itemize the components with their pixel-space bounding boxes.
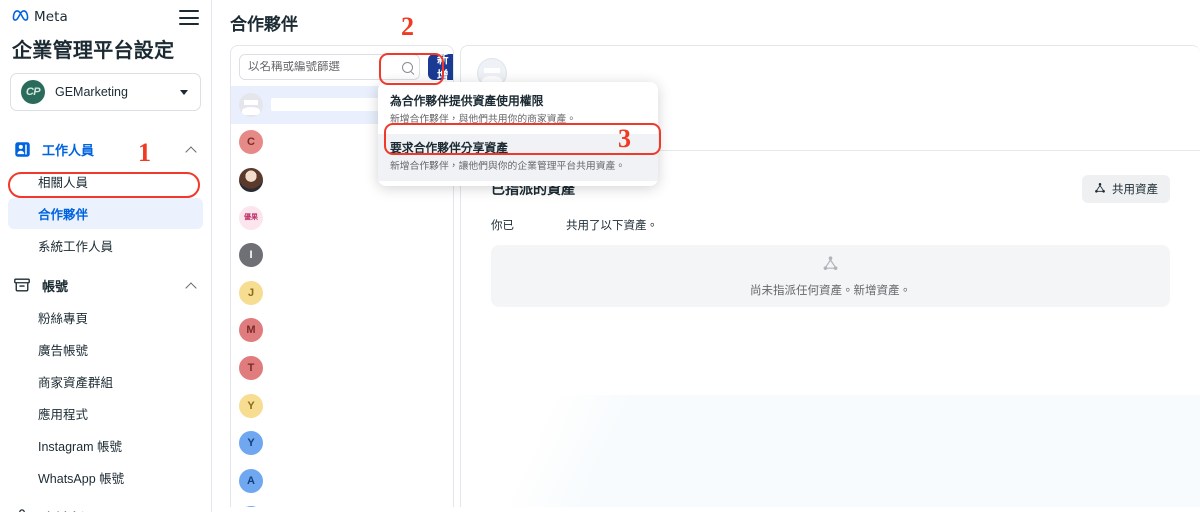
list-item[interactable] — [231, 500, 453, 507]
avatar — [239, 506, 263, 507]
list-item[interactable]: 優果 — [231, 199, 453, 237]
sidebar-group-accounts[interactable]: 帳號 — [0, 269, 211, 301]
list-item[interactable]: T — [231, 349, 453, 387]
subtitle-suffix: 共用了以下資產。 — [566, 220, 658, 232]
background-gradient — [461, 395, 1200, 507]
search-field[interactable] — [239, 54, 420, 80]
list-item[interactable]: Y — [231, 424, 453, 462]
list-item[interactable]: A — [231, 462, 453, 500]
sidebar-group-label: 資料來源 — [42, 508, 177, 512]
share-network-icon — [822, 255, 839, 277]
assets-empty-text: 尚未指派任何資產。新增資產。 — [750, 284, 911, 297]
caret-down-icon — [180, 89, 188, 95]
chevron-up-icon — [187, 280, 197, 290]
annotation-number-2: 2 — [401, 12, 414, 41]
sidebar-group-label: 帳號 — [42, 278, 69, 294]
avatar: M — [239, 318, 263, 343]
partner-list-toolbar: 新增 — [231, 46, 453, 86]
sidebar-item-asset-groups[interactable]: 商家資產群組 — [8, 366, 203, 397]
avatar: Y — [239, 431, 263, 456]
search-icon — [402, 61, 413, 73]
business-name: GEMarketing — [55, 85, 128, 99]
list-item[interactable]: J — [231, 274, 453, 312]
sidebar-item-instagram-accounts[interactable]: Instagram 帳號 — [8, 430, 203, 461]
sidebar-item-related-people[interactable]: 相關人員 — [8, 166, 203, 197]
avatar: 優果 — [239, 205, 263, 230]
avatar: I — [239, 243, 263, 268]
search-input[interactable] — [248, 61, 402, 73]
meta-brand: Meta — [12, 8, 68, 26]
content-panes: 新增 C 優果 — [212, 45, 1200, 512]
dropdown-item-subtitle: 新增合作夥伴，讓他們與你的企業管理平台共用資產。 — [390, 161, 626, 173]
main-content: 合作夥伴 新增 — [212, 0, 1200, 512]
meta-wordmark: Meta — [34, 9, 68, 25]
assets-empty-state: 尚未指派任何資產。新增資產。 — [491, 245, 1170, 307]
list-item[interactable]: Y — [231, 387, 453, 425]
main-page-title: 合作夥伴 — [230, 15, 298, 34]
sidebar-item-whatsapp-accounts[interactable]: WhatsApp 帳號 — [8, 462, 203, 493]
chevron-up-icon — [187, 144, 197, 154]
sidebar-nav: 工作人員 相關人員 合作夥伴 系統工作人員 帳號 粉絲專頁 廣告帳號 商家資產群… — [0, 133, 211, 512]
sidebar-item-partners[interactable]: 合作夥伴 — [8, 198, 203, 229]
sidebar-sublist-people: 相關人員 合作夥伴 系統工作人員 — [0, 166, 211, 261]
meta-infinity-icon — [12, 8, 29, 26]
page-title: 企業管理平台設定 — [12, 40, 175, 62]
avatar — [239, 92, 263, 117]
subtitle-prefix: 你已 — [491, 220, 514, 232]
assigned-assets-subtitle: 你已 共用了以下資產。 — [491, 217, 1170, 233]
app-root: Meta 企業管理平台設定 CP GEMarketing 工作人員 相關人員 合… — [0, 0, 1200, 512]
list-item[interactable]: I — [231, 236, 453, 274]
business-selector[interactable]: CP GEMarketing — [10, 73, 201, 111]
share-assets-label: 共用資產 — [1112, 184, 1158, 196]
dropdown-item-title: 要求合作夥伴分享資產 — [390, 141, 508, 156]
list-item[interactable]: M — [231, 312, 453, 350]
avatar: J — [239, 280, 263, 305]
sidebar-header: Meta — [0, 0, 211, 28]
sidebar: Meta 企業管理平台設定 CP GEMarketing 工作人員 相關人員 合… — [0, 0, 212, 512]
sidebar-group-data-sources[interactable]: 資料來源 — [0, 501, 211, 512]
avatar: A — [239, 468, 263, 493]
dropdown-item-subtitle: 新增合作夥伴，與他們共用你的商家資產。 — [390, 113, 577, 125]
avatar: C — [239, 130, 263, 155]
dropdown-item-give-access[interactable]: 為合作夥伴提供資產使用權限 新增合作夥伴，與他們共用你的商家資產。 — [378, 87, 658, 134]
share-assets-button[interactable]: 共用資產 — [1082, 175, 1170, 203]
archive-box-icon — [12, 275, 32, 295]
hamburger-icon[interactable] — [179, 9, 199, 25]
share-network-icon — [1094, 182, 1106, 197]
sidebar-item-system-users[interactable]: 系統工作人員 — [8, 230, 203, 261]
sidebar-group-people[interactable]: 工作人員 — [0, 133, 211, 165]
add-button[interactable]: 新增 — [428, 54, 453, 82]
sidebar-sublist-accounts: 粉絲專頁 廣告帳號 商家資產群組 應用程式 Instagram 帳號 Whats… — [0, 302, 211, 493]
dropdown-item-request-assets[interactable]: 要求合作夥伴分享資產 新增合作夥伴，讓他們與你的企業管理平台共用資產。 — [378, 134, 658, 182]
add-dropdown-menu: 為合作夥伴提供資產使用權限 新增合作夥伴，與他們共用你的商家資產。 要求合作夥伴… — [378, 82, 658, 187]
annotation-number-1: 1 — [138, 138, 151, 167]
avatar — [239, 167, 263, 192]
sidebar-item-ad-accounts[interactable]: 廣告帳號 — [8, 334, 203, 365]
add-button-label: 新增 — [437, 54, 449, 82]
dropdown-item-title: 為合作夥伴提供資產使用權限 — [390, 94, 544, 108]
avatar: T — [239, 355, 263, 380]
business-avatar: CP — [21, 80, 45, 104]
people-badge-icon — [12, 139, 32, 159]
sidebar-group-label: 工作人員 — [42, 142, 95, 158]
sidebar-item-pages[interactable]: 粉絲專頁 — [8, 302, 203, 333]
annotation-number-3: 3 — [618, 124, 631, 153]
data-network-icon — [12, 507, 32, 512]
sidebar-item-apps[interactable]: 應用程式 — [8, 398, 203, 429]
avatar: Y — [239, 393, 263, 418]
